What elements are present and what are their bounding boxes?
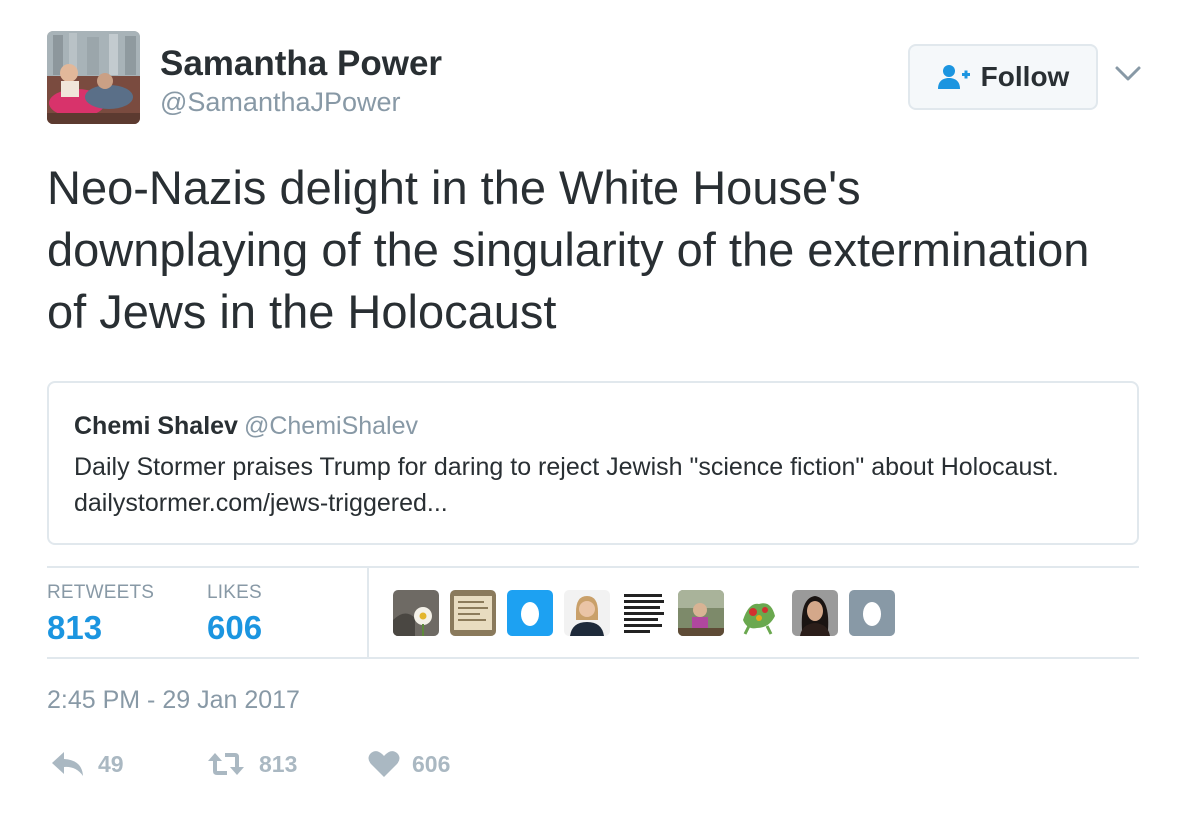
quoted-tweet-author-handle: @ChemiShalev: [243, 412, 419, 440]
stats-top-divider: [47, 566, 1139, 568]
chevron-down-icon[interactable]: [1114, 64, 1142, 84]
likes-label: LIKES: [207, 582, 262, 603]
like-count: 606: [412, 750, 451, 777]
stats-bottom-divider: [47, 657, 1139, 659]
liker-avatar-woman[interactable]: [564, 590, 610, 636]
liker-avatars: [393, 590, 895, 636]
tweet-text: Neo-Nazis delight in the White House's d…: [47, 161, 1090, 338]
heart-icon: [368, 751, 400, 777]
stats-vertical-divider: [367, 568, 369, 657]
quoted-tweet-author-name: Chemi Shalev: [74, 412, 238, 440]
follow-user-plus-icon: [937, 65, 970, 89]
follow-button[interactable]: Follow: [908, 44, 1098, 110]
retweets-label: RETWEETS: [47, 582, 155, 603]
follow-button-label: Follow: [980, 61, 1070, 92]
author-name[interactable]: Samantha Power: [160, 44, 442, 84]
retweet-action[interactable]: 813: [205, 750, 297, 778]
quoted-tweet-text: Daily Stormer praises Trump for daring t…: [74, 453, 1059, 517]
likes-stat[interactable]: LIKES 606: [207, 582, 262, 647]
liker-avatar-flower[interactable]: [393, 590, 439, 636]
liker-avatar-cartoon[interactable]: [735, 590, 781, 636]
retweet-count: 813: [259, 750, 298, 777]
liker-avatar-egg-gray[interactable]: [849, 590, 895, 636]
author-handle[interactable]: @SamanthaJPower: [160, 87, 401, 118]
liker-avatar-egg-blue[interactable]: [507, 590, 553, 636]
avatar-photo: [47, 31, 140, 124]
author-avatar[interactable]: [47, 31, 140, 124]
likes-count: 606: [207, 609, 263, 646]
reply-count: 49: [98, 750, 124, 777]
retweets-count: 813: [47, 609, 103, 646]
quoted-tweet-card[interactable]: Chemi Shalev @ChemiShalev Daily Stormer p…: [47, 381, 1139, 545]
tweet-timestamp[interactable]: 2:45 PM - 29 Jan 2017: [47, 686, 300, 715]
liker-avatar-woman-dark[interactable]: [792, 590, 838, 636]
liker-avatar-note[interactable]: [450, 590, 496, 636]
liker-avatar-text[interactable]: [621, 590, 667, 636]
quoted-tweet-header: Chemi Shalev @ChemiShalev: [74, 412, 418, 441]
retweets-stat[interactable]: RETWEETS 813: [47, 582, 154, 647]
retweet-icon: [208, 753, 244, 775]
reply-icon: [52, 752, 83, 776]
like-action[interactable]: 606: [368, 750, 450, 778]
liker-avatar-outdoor[interactable]: [678, 590, 724, 636]
reply-action[interactable]: 49: [50, 750, 124, 778]
